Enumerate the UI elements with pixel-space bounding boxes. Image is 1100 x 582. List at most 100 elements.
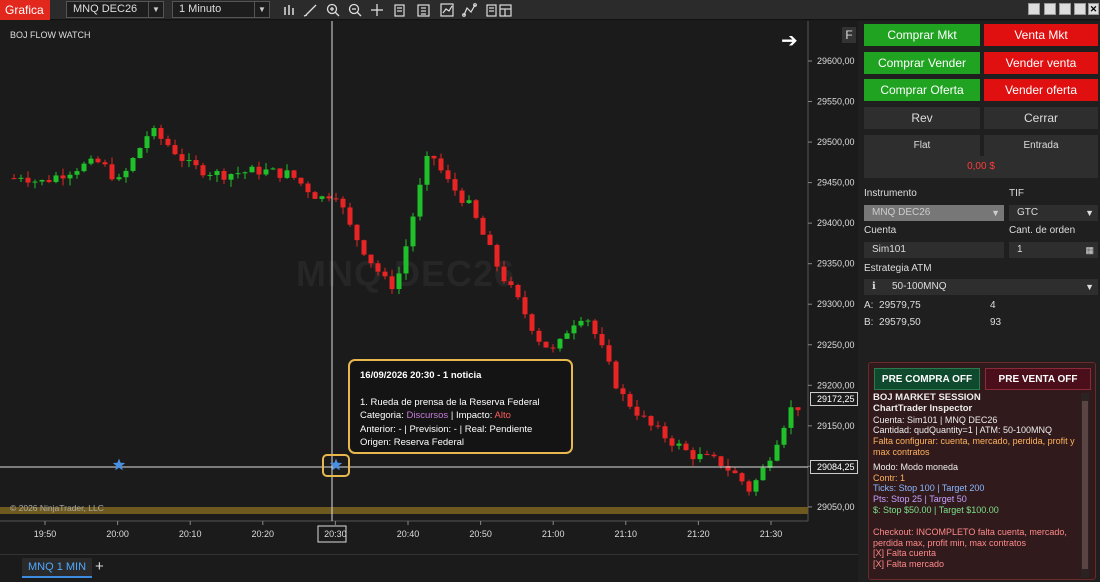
candle-body — [732, 470, 738, 474]
chevron-down-icon: ▼ — [254, 2, 269, 17]
tooltip-origin: Origen: Reserva Federal — [360, 437, 465, 448]
candle-body — [648, 416, 654, 426]
news-tooltip: 16/09/2026 20:30 - 1 noticia 1. Rueda de… — [348, 359, 573, 454]
chart-trader-icon[interactable] — [486, 4, 497, 17]
candle-body — [487, 234, 493, 245]
candle-body — [95, 158, 101, 163]
candle-body — [263, 169, 269, 175]
instrument-selector-value: MNQ DEC26 — [73, 3, 138, 15]
indicators-icon[interactable] — [440, 3, 454, 17]
buy-market-button[interactable]: Comprar Mkt — [864, 24, 980, 46]
candle-body — [11, 178, 17, 180]
candle-body — [571, 325, 577, 334]
zoom-in-icon[interactable] — [326, 3, 340, 17]
tif-label: TIF — [1009, 188, 1024, 199]
candle-body — [326, 196, 332, 199]
candle-body — [137, 148, 143, 159]
selected-event-marker[interactable] — [322, 454, 350, 477]
pre-buy-toggle[interactable]: PRE COMPRA OFF — [874, 368, 980, 390]
account-select[interactable]: Sim101 — [864, 242, 1004, 258]
properties-icon[interactable] — [417, 4, 430, 17]
y-tick-label: 29150,00 — [817, 421, 855, 431]
candle-body — [256, 166, 262, 175]
tif-select[interactable]: GTC ▼ — [1009, 205, 1098, 221]
candle-body — [760, 467, 766, 481]
strategies-icon[interactable] — [462, 3, 477, 17]
y-tick-label: 29450,00 — [817, 178, 855, 188]
add-tab-button[interactable]: + — [95, 559, 109, 575]
quantity-stepper[interactable]: 1 ▦ — [1009, 242, 1098, 258]
interval-selector-value: 1 Minuto — [179, 3, 222, 15]
sell-bid-button[interactable]: Vender oferta — [984, 79, 1098, 101]
last-price-tag: 29172,25 — [810, 392, 858, 406]
maximize-icon[interactable] — [1044, 3, 1056, 15]
price-chart[interactable]: 29600,00 29550,00 29500,00 29450,00 29400,00… — [0, 21, 858, 561]
candle-body — [32, 181, 38, 183]
candle-body — [102, 162, 108, 165]
candle-body — [312, 192, 318, 199]
inspector-subtitle: ChartTrader Inspector — [873, 402, 973, 414]
minimize-icon[interactable] — [1028, 3, 1040, 15]
zoom-out-icon[interactable] — [348, 3, 362, 17]
x-tick-label: 20:00 — [106, 529, 129, 539]
candle-body — [200, 165, 206, 176]
candle-body — [543, 341, 549, 348]
interval-selector[interactable]: 1 Minuto ▼ — [172, 1, 270, 18]
candle-body — [354, 224, 360, 241]
candle-body — [144, 136, 150, 149]
candle-body — [18, 177, 24, 179]
y-tick-label: 29200,00 — [817, 380, 855, 390]
candle-body — [39, 180, 45, 182]
crosshair-icon[interactable] — [371, 4, 383, 16]
restore-icon[interactable] — [1059, 3, 1071, 15]
chart-side-label[interactable]: F — [842, 27, 856, 43]
atm-strategy-select[interactable]: ℹ 50-100MNQ ▼ — [864, 279, 1098, 295]
buy-ask-button[interactable]: Comprar Vender — [864, 52, 980, 74]
bar-type-icon[interactable] — [284, 5, 294, 15]
close-position-button[interactable]: Cerrar — [984, 107, 1098, 129]
app-brand[interactable]: Grafica — [0, 0, 50, 20]
candle-body — [221, 170, 227, 180]
workspace-icon[interactable] — [499, 4, 512, 17]
candle-body — [599, 334, 605, 346]
candle-body — [375, 263, 381, 272]
chart-area[interactable]: BOJ FLOW WATCH MNQ DEC26 29600,00 29550,0… — [0, 21, 858, 561]
close-icon[interactable]: ✕ — [1088, 3, 1099, 15]
candle-body — [627, 394, 633, 407]
data-box-icon[interactable] — [394, 4, 405, 17]
candle-body — [452, 179, 458, 191]
instrument-label: Instrumento — [864, 188, 917, 199]
candle-body — [284, 170, 290, 178]
candle-body — [291, 170, 297, 178]
buy-bid-button[interactable]: Comprar Oferta — [864, 79, 980, 101]
news-star-icon[interactable] — [112, 458, 126, 471]
x-tick-label: 20:10 — [179, 529, 202, 539]
candle-body — [557, 338, 563, 349]
candle-body — [655, 425, 661, 427]
tab-mnq-1min[interactable]: MNQ 1 MIN — [22, 558, 92, 578]
candle-body — [704, 454, 710, 456]
candle-body — [361, 240, 367, 255]
candle-body — [473, 200, 479, 218]
sell-ask-button[interactable]: Vender venta — [984, 52, 1098, 74]
instrument-select[interactable]: MNQ DEC26 ▼ — [864, 205, 1004, 221]
inspector-scrollbar[interactable] — [1081, 393, 1089, 578]
tooltip-title: 1. Rueda de prensa de la Reserva Federal — [360, 396, 540, 408]
arrow-right-icon[interactable]: ➔ — [781, 31, 798, 51]
candle-body — [550, 347, 556, 349]
candle-body — [536, 330, 542, 342]
dock-icon[interactable] — [1074, 3, 1086, 15]
candle-body — [333, 198, 339, 200]
candle-body — [410, 216, 416, 247]
inspector-panel: PRE COMPRA OFF PRE VENTA OFF BOJ MARKET … — [868, 362, 1096, 580]
candle-body — [669, 438, 675, 446]
candle-body — [242, 172, 248, 174]
pre-sell-toggle[interactable]: PRE VENTA OFF — [985, 368, 1091, 390]
candle-body — [788, 407, 794, 428]
candle-body — [690, 450, 696, 460]
candle-body — [81, 163, 87, 172]
sell-market-button[interactable]: Venta Mkt — [984, 24, 1098, 46]
pencil-icon[interactable] — [303, 4, 317, 17]
reverse-button[interactable]: Rev — [864, 107, 980, 129]
instrument-selector[interactable]: MNQ DEC26 ▼ — [66, 1, 164, 18]
